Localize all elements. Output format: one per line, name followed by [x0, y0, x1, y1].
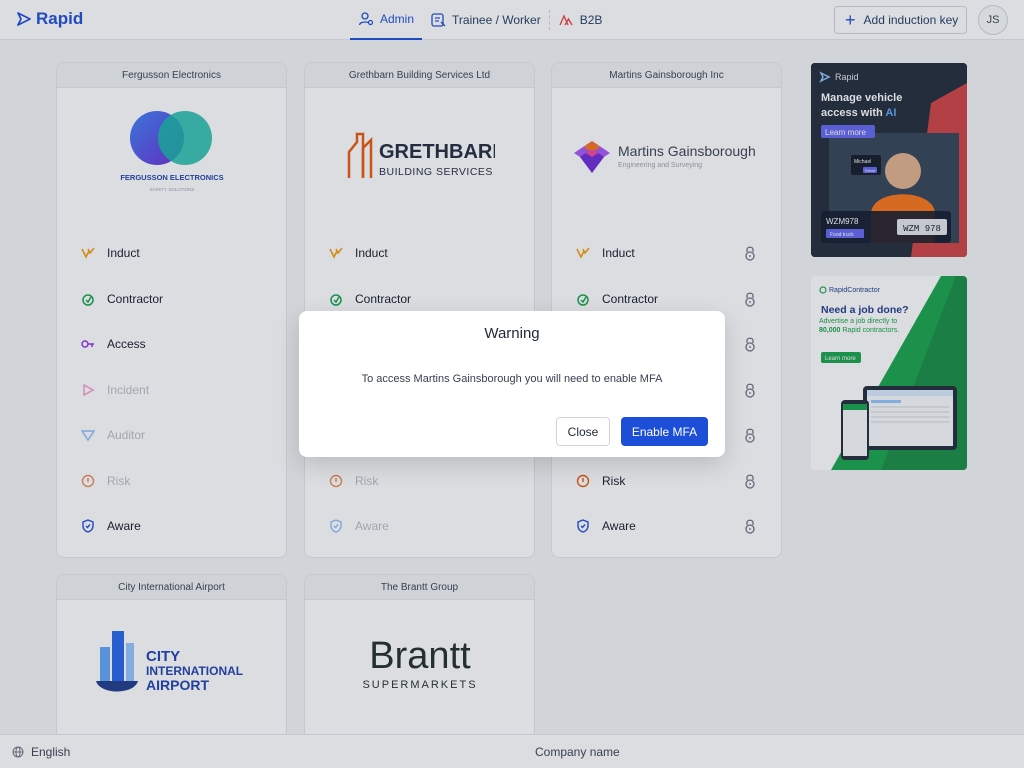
dialog-message: To access Martins Gainsborough you will … [361, 373, 663, 385]
warning-dialog: Warning To access Martins Gainsborough y… [299, 311, 725, 457]
enable-mfa-button[interactable]: Enable MFA [621, 417, 708, 446]
dialog-title: Warning [484, 325, 540, 342]
close-button[interactable]: Close [556, 417, 610, 446]
